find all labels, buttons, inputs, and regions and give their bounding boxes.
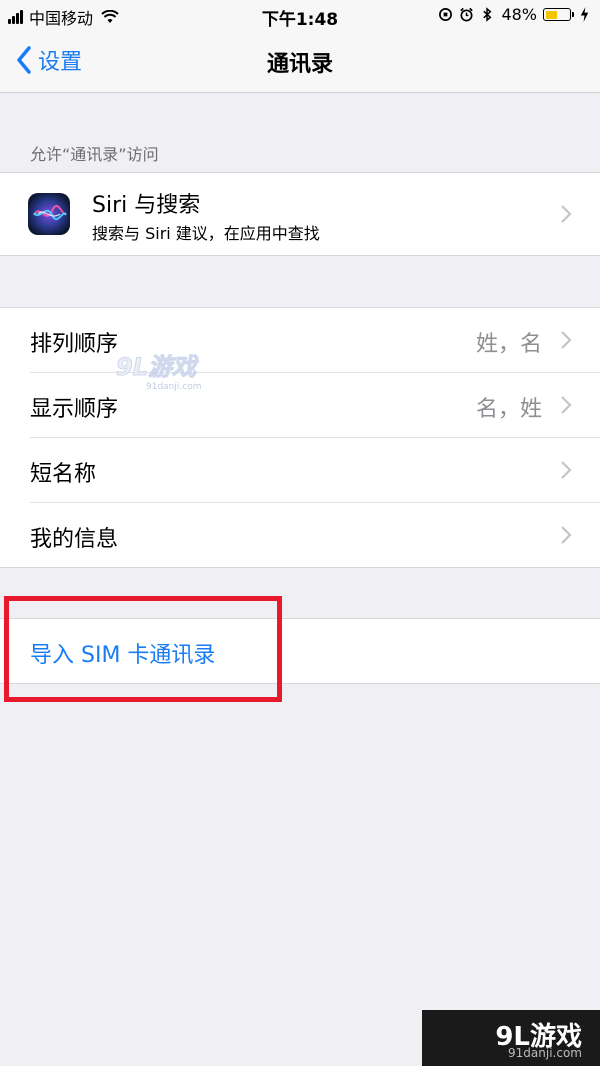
my-info-row[interactable]: 我的信息 xyxy=(30,503,600,567)
watermark-text: 9L游戏 xyxy=(116,353,197,382)
chevron-right-icon xyxy=(561,205,572,223)
row-value: 名，姓 xyxy=(475,397,542,422)
row-label: 排列顺序 xyxy=(30,332,119,357)
siri-subtitle: 搜索与 Siri 建议，在应用中查找 xyxy=(92,224,320,243)
battery-percent: 48% xyxy=(501,5,537,24)
alarm-icon xyxy=(460,7,474,22)
settings-group: 排列顺序 姓，名 显示顺序 名，姓 短名称 我的信息 xyxy=(0,307,600,568)
siri-search-row[interactable]: Siri 与搜索 搜索与 Siri 建议，在应用中查找 xyxy=(0,173,600,255)
siri-icon xyxy=(28,193,70,235)
short-name-row[interactable]: 短名称 xyxy=(30,438,600,503)
corner-watermark: 9L游戏 91danji.com xyxy=(422,1010,600,1066)
page-title: 通讯录 xyxy=(266,52,333,77)
chevron-right-icon xyxy=(561,396,572,414)
row-label: 显示顺序 xyxy=(30,397,119,422)
siri-group: Siri 与搜索 搜索与 Siri 建议，在应用中查找 xyxy=(0,172,600,256)
status-bar: 中国移动 下午1:48 48% xyxy=(0,0,600,30)
status-right: 48% xyxy=(438,5,592,24)
watermark-url: 91danji.com xyxy=(146,382,202,392)
battery-icon xyxy=(543,8,574,21)
chevron-right-icon xyxy=(561,526,572,544)
bluetooth-icon xyxy=(483,7,492,22)
section-header: 允许“通讯录”访问 xyxy=(30,145,159,164)
row-value: 姓，名 xyxy=(475,332,542,357)
orientation-lock-icon xyxy=(439,8,453,21)
chevron-right-icon xyxy=(561,331,572,349)
navigation-bar: 设置 通讯录 xyxy=(0,30,600,93)
siri-title: Siri 与搜索 xyxy=(92,193,201,218)
watermark-logo: 9L游戏 91danji.com xyxy=(116,347,202,393)
charging-icon xyxy=(580,7,589,22)
chevron-right-icon xyxy=(561,461,572,479)
row-label: 我的信息 xyxy=(30,527,119,552)
row-label: 短名称 xyxy=(30,462,97,487)
corner-url: 91danji.com xyxy=(508,1046,582,1060)
highlight-box xyxy=(4,596,282,702)
